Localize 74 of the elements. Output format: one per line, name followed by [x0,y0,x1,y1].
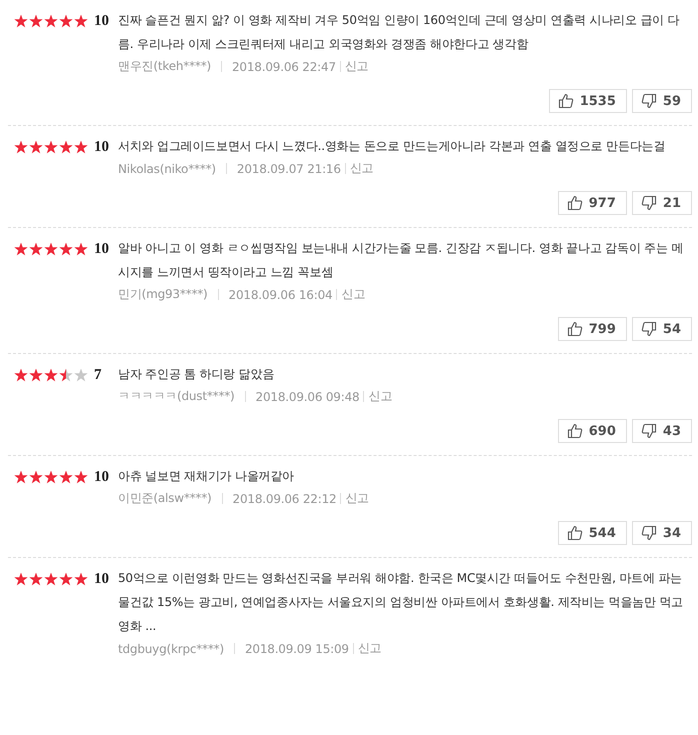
star-icon [59,368,73,382]
star-icon [59,140,73,154]
review-text: 서치와 업그레이드보면서 다시 느꼈다..영화는 돈으로 만드는게아니라 각본과 연출 열정으로 만든다는걸 [118,138,666,155]
score: 10 [94,570,109,588]
like-button[interactable]: 1535 [548,89,627,113]
review-text: 50억으로 이런영화 만드는 영화선진국을 부러워 해야함. 한국은 MC몇시간 떠들어도 수천만원, 마트에 파는 물건값 15%는 광고비, 연예업종사자는 서울요지의 엄청비싼 아파트에서 호화생활. 제작비는 먹을놈만 먹고 영화 ... [118,570,684,635]
review-date: 2018.09.06 22:12 [232,492,336,506]
star-icon [44,242,58,256]
dislike-button[interactable]: 54 [632,317,692,341]
star-icon [29,14,43,28]
star-icon [29,242,43,256]
star-icon [14,242,28,256]
star-icon [29,572,43,586]
author-name: 민기(mg93****) [118,286,208,303]
dislike-button[interactable]: 43 [632,419,692,443]
thumbs-down-icon [640,423,657,439]
star-icon [29,368,43,382]
star-icon [29,470,43,484]
star-icon [59,14,73,28]
score: 7 [94,366,102,384]
star-icon [44,368,58,382]
thumbs-down-icon [640,195,657,211]
score: 10 [94,138,109,156]
review-text: 알바 아니고 이 영화 ㄹㅇ씹명작임 보는내내 시간가는줄 모름. 긴장감 ㅈ됩니다. 영화 끝나고 감독이 주는 메시지를 느끼면서 띵작이라고 느낌 꼭보셈 [118,240,684,281]
like-button[interactable]: 690 [558,419,627,443]
thumbs-down-icon [640,93,657,109]
dislike-button[interactable]: 34 [632,521,692,545]
author-name: tdgbuyg(krpc****) [118,642,224,656]
star-icon [59,242,73,256]
star-icon [74,368,88,382]
star-icon [14,14,28,28]
review-date: 2018.09.07 21:16 [236,162,341,176]
review-date: 2018.09.06 09:48 [256,390,360,404]
star-icon [14,140,28,154]
score: 10 [94,12,109,30]
author-name: Nikolas(niko****) [118,162,216,176]
author-name: 이민준(alsw****) [118,490,212,507]
star-icon [74,572,88,586]
review-text: 아츄 널보면 재채기가 나올꺼같아 [118,468,296,485]
thumbs-up-icon [566,195,583,211]
star-icon [59,470,73,484]
like-button[interactable]: 977 [558,191,627,215]
score: 10 [94,240,109,258]
star-icon [44,470,58,484]
star-icon [29,140,43,154]
review-date: 2018.09.06 16:04 [228,288,332,302]
star-icon [74,470,88,484]
thumbs-up-icon [566,525,583,541]
thumbs-up-icon [566,321,583,337]
star-icon [14,572,28,586]
author-name: 맨우진(tkeh****) [118,58,211,75]
dislike-button[interactable]: 21 [632,191,692,215]
star-icon [74,14,88,28]
star-icon [14,470,28,484]
star-icon [44,140,58,154]
star-icon [44,572,58,586]
review-date: 2018.09.09 15:09 [244,642,349,656]
star-icon [44,14,58,28]
like-button[interactable]: 799 [558,317,627,341]
star-icon [14,368,28,382]
star-icon [59,572,73,586]
star-icon [74,242,88,256]
thumbs-up-icon [566,423,583,439]
author-name: ㅋㅋㅋㅋㅋ(dust****) [118,388,235,405]
review-text: 진짜 슬픈건 뭔지 앎? 이 영화 제작비 겨우 50억임 인량이 160억인데 근데 영상미 연출력 시나리오 급이 다름. 우리나라 이제 스크린쿼터제 내리고 외국영화와 경쟁좀 해야한다고 생각함 [118,12,680,53]
score: 10 [94,468,109,486]
like-button[interactable]: 544 [558,521,627,545]
thumbs-up-icon [558,93,574,109]
review-text: 남자 주인공 톰 하디랑 닮았음 [118,366,276,383]
dislike-button[interactable]: 59 [632,89,692,113]
thumbs-down-icon [640,321,657,337]
star-icon [74,140,88,154]
thumbs-down-icon [640,525,657,541]
review-date: 2018.09.06 22:47 [232,60,336,74]
